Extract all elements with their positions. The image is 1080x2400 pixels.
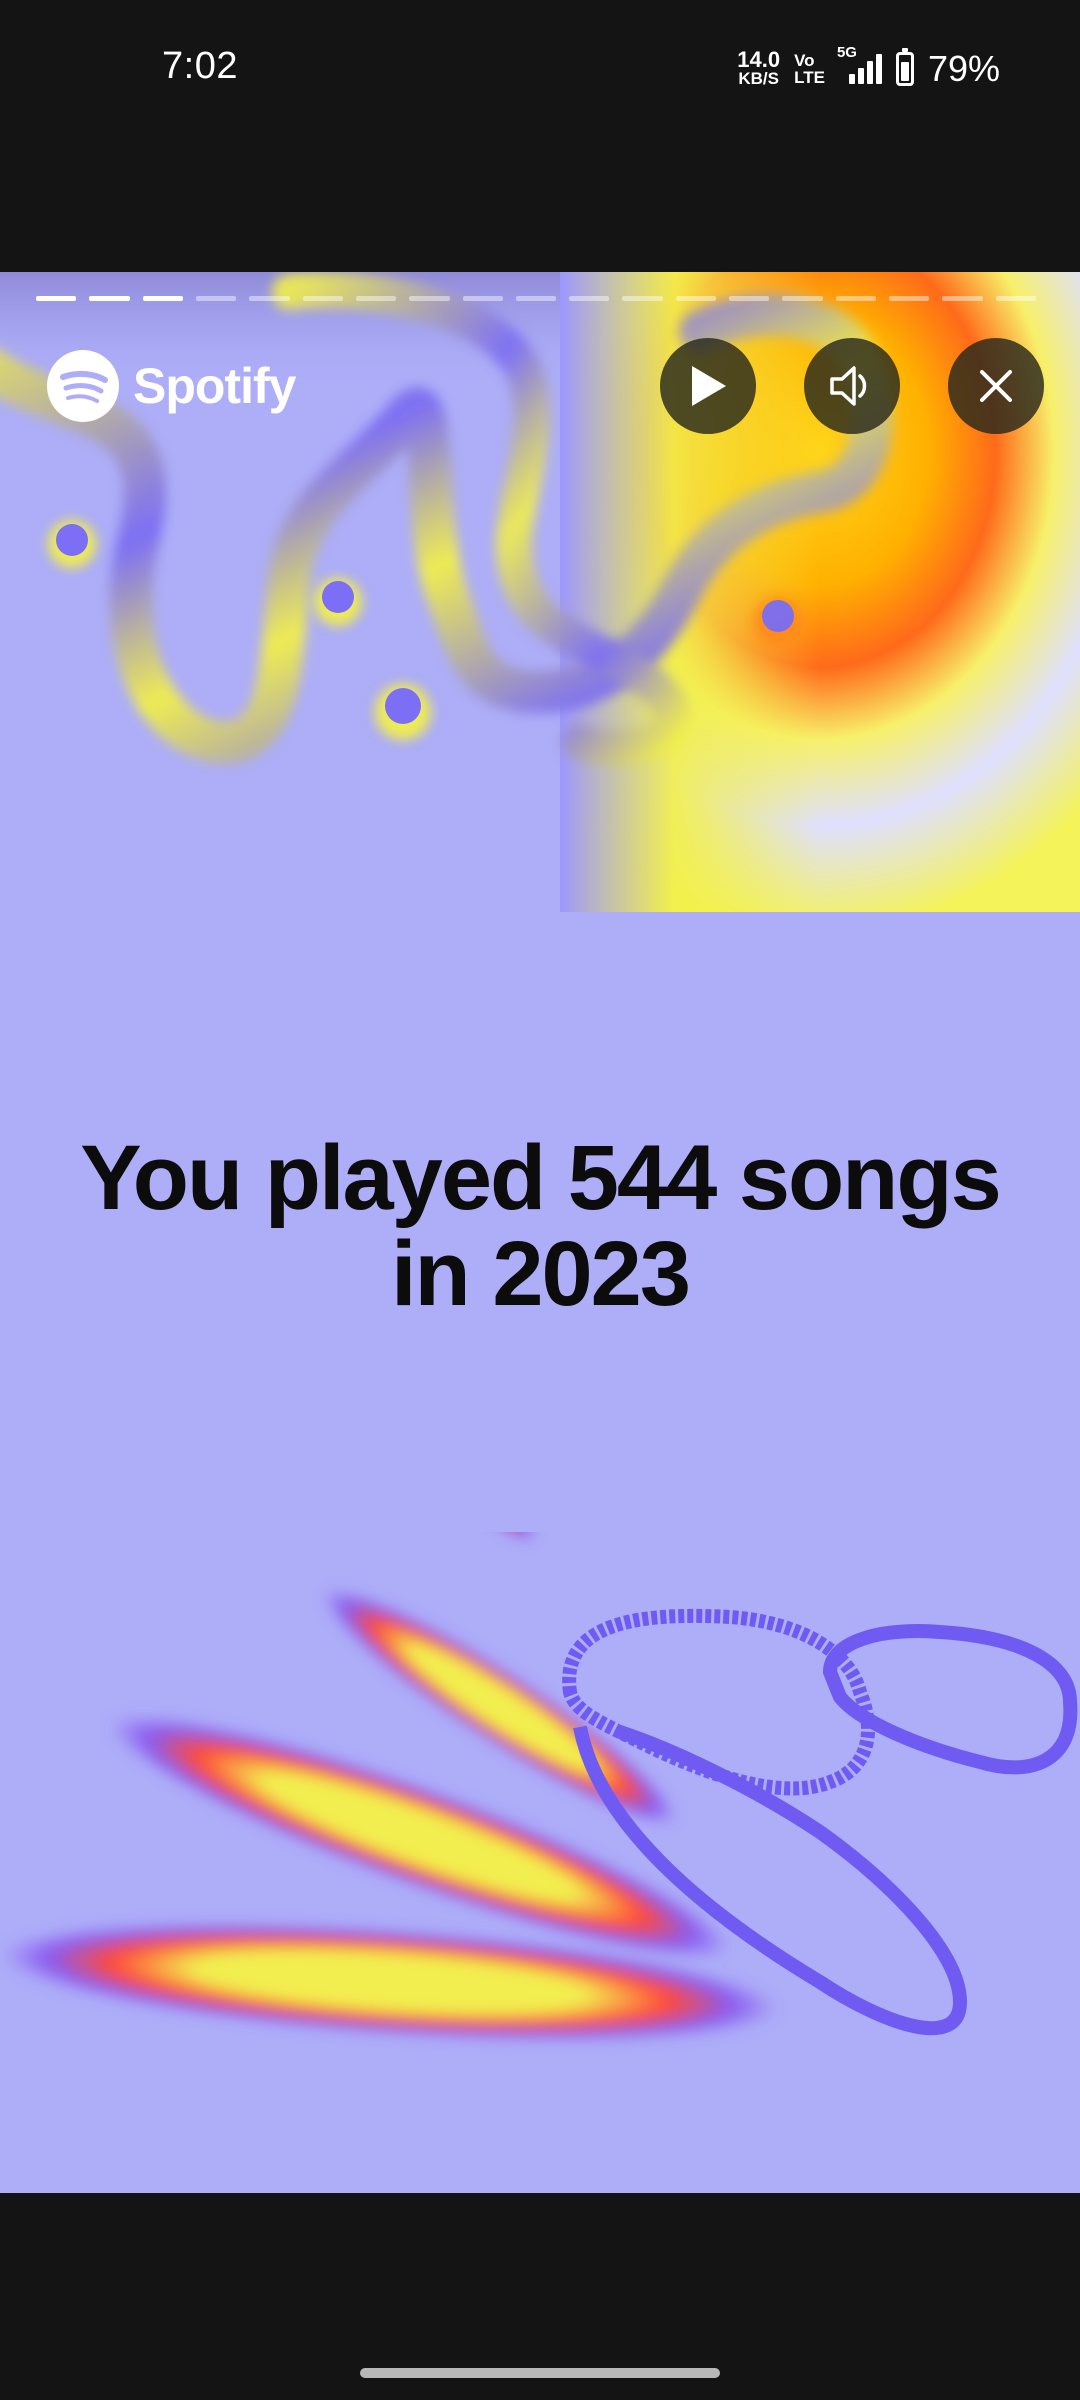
progress-segment [462, 296, 503, 301]
home-indicator[interactable] [360, 2368, 720, 2378]
progress-segment [569, 296, 610, 301]
progress-segment [729, 296, 770, 301]
story-headline: You played 544 songs in 2023 [80, 1127, 1002, 1325]
progress-segment [995, 296, 1036, 301]
progress-segment [515, 296, 557, 301]
progress-segment [675, 296, 717, 301]
signal-bar [848, 74, 855, 84]
story-progress [36, 296, 1036, 301]
progress-segment [942, 296, 983, 301]
close-icon [980, 370, 1012, 402]
mute-button[interactable] [804, 338, 900, 434]
network-speed-unit: KB/S [738, 69, 779, 88]
status-bar: 7:02 14.0 KB/S Vo LTE 5G 79% [0, 0, 1080, 150]
signal-bar [875, 54, 882, 84]
battery-percent: 79% [927, 48, 1000, 89]
speaker-muted-icon [830, 366, 867, 406]
signal-bar [866, 61, 873, 84]
battery-fill [900, 62, 909, 81]
close-button[interactable] [948, 338, 1044, 434]
progress-segment [195, 296, 237, 301]
signal-bar [857, 68, 864, 84]
network-speed-value: 14.0 [737, 47, 781, 72]
progress-segment [302, 296, 343, 301]
brand-name: Spotify [133, 358, 296, 414]
progress-segment [835, 296, 876, 301]
status-icons: 14.0 KB/S Vo LTE 5G 79% [737, 44, 1000, 90]
status-time: 7:02 [162, 45, 238, 87]
volte-bottom: LTE [794, 68, 825, 87]
progress-segment [142, 296, 183, 301]
progress-segment [409, 296, 450, 301]
progress-segment [36, 296, 77, 301]
volte-top: Vo [794, 51, 815, 70]
progress-segment [622, 296, 663, 301]
progress-segment [249, 296, 290, 301]
battery-icon [895, 48, 914, 86]
spotify-icon [47, 350, 119, 422]
signal-icon: 5G [837, 44, 882, 84]
spotify-logo: Spotify [47, 350, 296, 422]
progress-segment [89, 296, 130, 301]
network-speed: 14.0 KB/S [737, 47, 781, 89]
wrapped-story-card[interactable]: Spotify You played 544 songs in 2023 [0, 272, 1080, 2193]
play-button[interactable] [660, 338, 756, 434]
network-type: 5G [836, 44, 857, 61]
progress-segment [782, 296, 823, 301]
volte-icon: Vo LTE [794, 52, 825, 86]
story-artwork-bottom [0, 1532, 1078, 2041]
play-icon [692, 366, 726, 406]
progress-segment [889, 296, 930, 301]
screen: 7:02 14.0 KB/S Vo LTE 5G 79% Spotify You… [0, 0, 1080, 2400]
progress-segment [355, 296, 397, 301]
